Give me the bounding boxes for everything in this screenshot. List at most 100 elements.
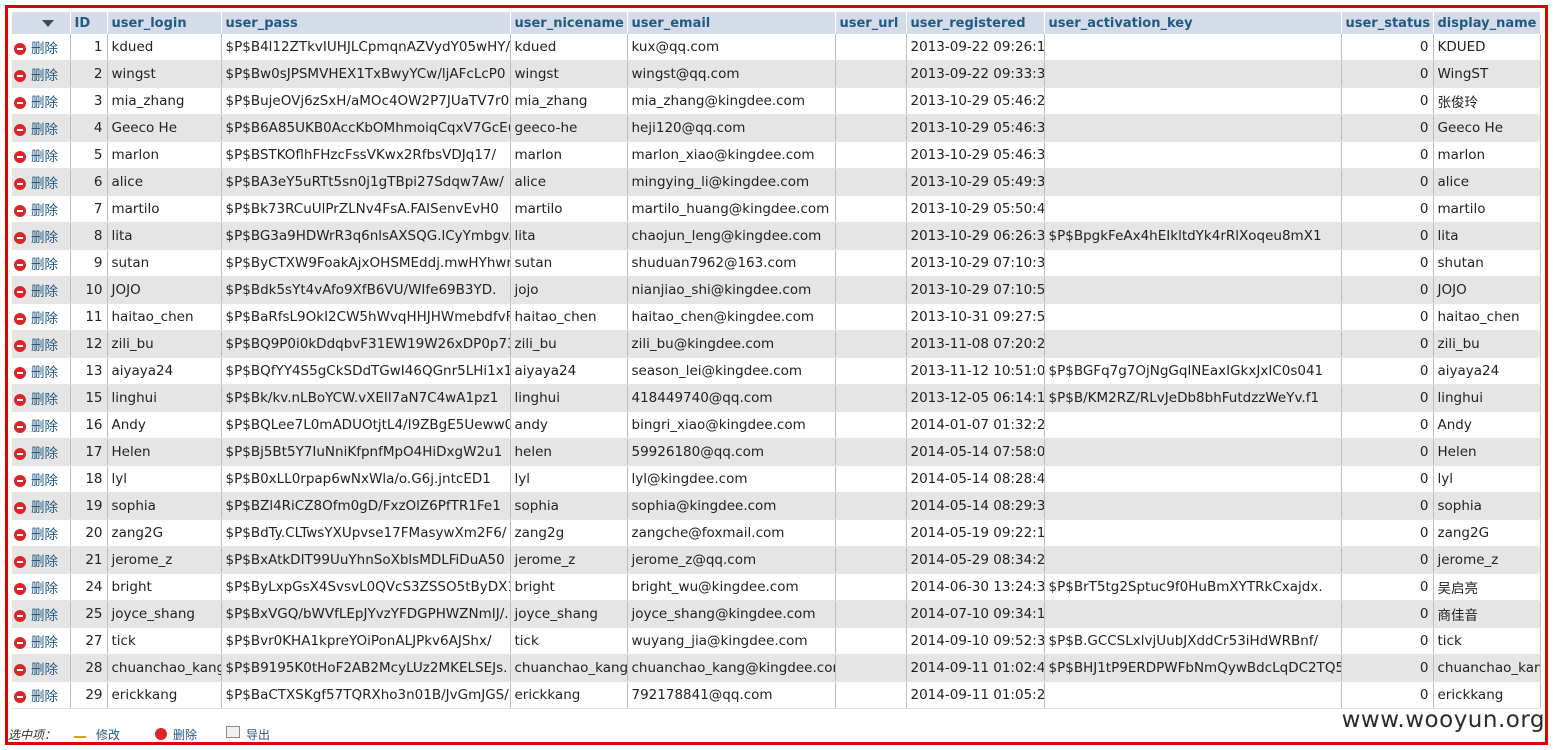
delete-icon[interactable] [14, 124, 26, 136]
delete-link[interactable]: 删除 [31, 635, 58, 651]
delete-link[interactable]: 删除 [31, 311, 58, 327]
delete-link[interactable]: 删除 [31, 689, 58, 705]
delete-icon[interactable] [14, 448, 26, 460]
column-header-display-name[interactable]: display_name [1433, 12, 1541, 34]
delete-icon[interactable] [14, 70, 26, 82]
delete-link[interactable]: 删除 [31, 230, 58, 246]
delete-link[interactable]: 删除 [31, 446, 58, 462]
row-delete-action[interactable]: 删除 [12, 34, 71, 61]
delete-icon[interactable] [14, 610, 26, 622]
row-delete-action[interactable]: 删除 [12, 438, 71, 466]
delete-icon[interactable] [14, 556, 26, 568]
delete-link[interactable]: 删除 [31, 392, 58, 408]
column-header-user-login[interactable]: user_login [107, 12, 222, 34]
delete-icon[interactable] [14, 151, 26, 163]
table-row: 删除 4 Geeco He $P$B6A85UKB0AccKbOMhmoiqCqxV7… [12, 114, 1541, 142]
delete-icon[interactable] [14, 259, 26, 271]
delete-icon[interactable] [14, 691, 26, 703]
delete-icon[interactable] [14, 529, 26, 541]
row-delete-action[interactable]: 删除 [12, 600, 71, 628]
delete-icon[interactable] [14, 394, 26, 406]
row-delete-action[interactable]: 删除 [12, 681, 71, 709]
row-delete-action[interactable]: 删除 [12, 654, 71, 682]
row-delete-action[interactable]: 删除 [12, 249, 71, 277]
delete-icon[interactable] [14, 475, 26, 487]
delete-selected-link[interactable]: 删除 [173, 726, 197, 742]
delete-link[interactable]: 删除 [31, 608, 58, 624]
row-delete-action[interactable]: 删除 [12, 492, 71, 520]
row-delete-action[interactable]: 删除 [12, 114, 71, 142]
row-delete-action[interactable]: 删除 [12, 357, 71, 385]
delete-link[interactable]: 删除 [31, 68, 58, 84]
column-header-user-nicename[interactable]: user_nicename [510, 12, 628, 34]
cell-user-nicename: helen [510, 438, 628, 466]
delete-icon[interactable] [155, 728, 167, 740]
delete-icon[interactable] [14, 340, 26, 352]
delete-icon[interactable] [14, 97, 26, 109]
delete-link[interactable]: 删除 [31, 257, 58, 273]
column-header-user-registered[interactable]: user_registered [906, 12, 1045, 34]
export-icon[interactable] [226, 726, 240, 738]
delete-link[interactable]: 删除 [31, 554, 58, 570]
column-header-user-activation-key[interactable]: user_activation_key [1044, 12, 1342, 34]
row-delete-action[interactable]: 删除 [12, 546, 71, 574]
row-delete-action[interactable]: 删除 [12, 60, 71, 88]
cell-id: 20 [70, 519, 108, 547]
column-header-user-status[interactable]: user_status [1341, 12, 1434, 34]
row-delete-action[interactable]: 删除 [12, 168, 71, 196]
delete-link[interactable]: 删除 [31, 662, 58, 678]
delete-icon[interactable] [14, 367, 26, 379]
pencil-icon[interactable] [74, 726, 86, 738]
delete-link[interactable]: 删除 [31, 473, 58, 489]
sort-toggle[interactable] [12, 12, 71, 34]
row-delete-action[interactable]: 删除 [12, 330, 71, 358]
delete-icon[interactable] [14, 205, 26, 217]
row-delete-action[interactable]: 删除 [12, 384, 71, 412]
delete-icon[interactable] [14, 178, 26, 190]
delete-icon[interactable] [14, 637, 26, 649]
delete-link[interactable]: 删除 [31, 203, 58, 219]
delete-icon[interactable] [14, 313, 26, 325]
delete-link[interactable]: 删除 [31, 581, 58, 597]
row-delete-action[interactable]: 删除 [12, 87, 71, 115]
cell-user-login: wingst [107, 60, 222, 88]
column-header-id[interactable]: ID [70, 12, 108, 34]
row-delete-action[interactable]: 删除 [12, 303, 71, 331]
delete-link[interactable]: 删除 [31, 149, 58, 165]
delete-link[interactable]: 删除 [31, 284, 58, 300]
delete-icon[interactable] [14, 286, 26, 298]
delete-icon[interactable] [14, 421, 26, 433]
delete-link[interactable]: 删除 [31, 527, 58, 543]
row-delete-action[interactable]: 删除 [12, 519, 71, 547]
delete-icon[interactable] [14, 502, 26, 514]
row-delete-action[interactable]: 删除 [12, 195, 71, 223]
row-delete-action[interactable]: 删除 [12, 276, 71, 304]
delete-link[interactable]: 删除 [31, 365, 58, 381]
export-selected-link[interactable]: 导出 [246, 726, 270, 742]
edit-selected-link[interactable]: 修改 [96, 726, 120, 742]
column-header-user-email[interactable]: user_email [627, 12, 836, 34]
delete-link[interactable]: 删除 [31, 95, 58, 111]
row-delete-action[interactable]: 删除 [12, 141, 71, 169]
row-delete-action[interactable]: 删除 [12, 573, 71, 601]
delete-link[interactable]: 删除 [31, 500, 58, 516]
delete-icon[interactable] [14, 232, 26, 244]
cell-user-login: zili_bu [107, 330, 222, 358]
column-header-user-pass[interactable]: user_pass [221, 12, 511, 34]
delete-link[interactable]: 删除 [31, 338, 58, 354]
cell-user-status: 0 [1341, 60, 1434, 88]
delete-icon[interactable] [14, 664, 26, 676]
delete-icon[interactable] [14, 583, 26, 595]
row-delete-action[interactable]: 删除 [12, 465, 71, 493]
delete-link[interactable]: 删除 [31, 41, 58, 57]
cell-user-registered: 2013-09-22 09:26:11 [906, 34, 1045, 61]
row-delete-action[interactable]: 删除 [12, 411, 71, 439]
sort-down-icon[interactable] [42, 19, 54, 27]
row-delete-action[interactable]: 删除 [12, 222, 71, 250]
column-header-user-url[interactable]: user_url [835, 12, 907, 34]
delete-link[interactable]: 删除 [31, 419, 58, 435]
delete-link[interactable]: 删除 [31, 176, 58, 192]
delete-link[interactable]: 删除 [31, 122, 58, 138]
delete-icon[interactable] [14, 43, 26, 55]
row-delete-action[interactable]: 删除 [12, 627, 71, 655]
